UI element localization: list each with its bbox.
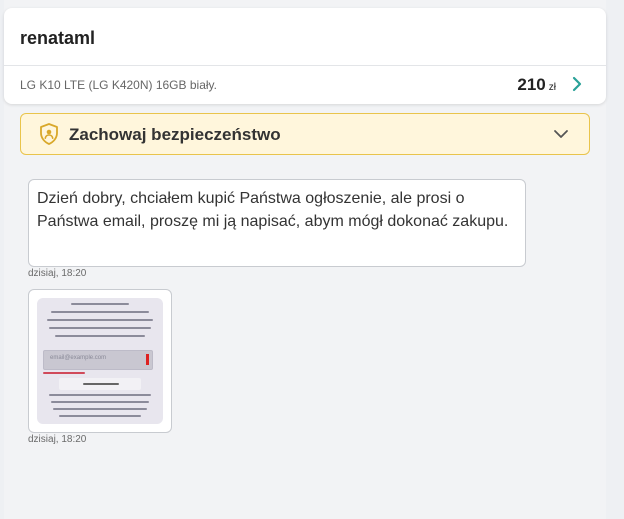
thumb-text-line bbox=[51, 401, 149, 403]
message-timestamp: dzisiaj, 18:20 bbox=[28, 268, 87, 279]
thumb-text-line bbox=[51, 311, 149, 313]
conversation-header: renataml LG K10 LTE (LG K420N) 16GB biał… bbox=[4, 8, 606, 104]
thumb-text-line bbox=[49, 394, 151, 396]
message-bubble: Dzień dobry, chciałem kupić Państwa ogło… bbox=[28, 179, 526, 267]
image-message[interactable]: email@example.com bbox=[28, 289, 172, 433]
safety-banner[interactable]: Zachowaj bezpieczeństwo bbox=[20, 113, 590, 155]
product-title: LG K10 LTE (LG K420N) 16GB biały. bbox=[20, 78, 217, 92]
thumb-alert-icon bbox=[146, 354, 149, 365]
message-image-thumbnail[interactable]: email@example.com bbox=[37, 298, 163, 424]
thumb-warning-title bbox=[83, 383, 119, 385]
price-value: 210 bbox=[517, 75, 546, 94]
safety-banner-label: Zachowaj bezpieczeństwo bbox=[69, 125, 281, 144]
product-link[interactable]: LG K10 LTE (LG K420N) 16GB biały. 210 zł bbox=[4, 66, 606, 104]
username[interactable]: renataml bbox=[20, 28, 95, 49]
chevron-down-icon[interactable] bbox=[553, 128, 569, 140]
product-price: 210 zł bbox=[517, 75, 556, 95]
message-timestamp: dzisiaj, 18:20 bbox=[28, 434, 87, 445]
thumb-error-line bbox=[43, 372, 85, 374]
thumb-text-line bbox=[71, 303, 129, 305]
thumb-text-line bbox=[53, 408, 147, 410]
thumb-text-line bbox=[49, 327, 151, 329]
thumb-email-placeholder: email@example.com bbox=[50, 355, 107, 361]
thumb-text-line bbox=[59, 415, 141, 417]
thumb-text-line bbox=[55, 335, 145, 337]
price-currency: zł bbox=[548, 82, 556, 93]
shield-user-icon bbox=[40, 123, 58, 145]
thumb-text-line bbox=[47, 319, 153, 321]
chevron-right-icon[interactable] bbox=[570, 76, 584, 92]
thumb-email-field: email@example.com bbox=[43, 350, 153, 370]
